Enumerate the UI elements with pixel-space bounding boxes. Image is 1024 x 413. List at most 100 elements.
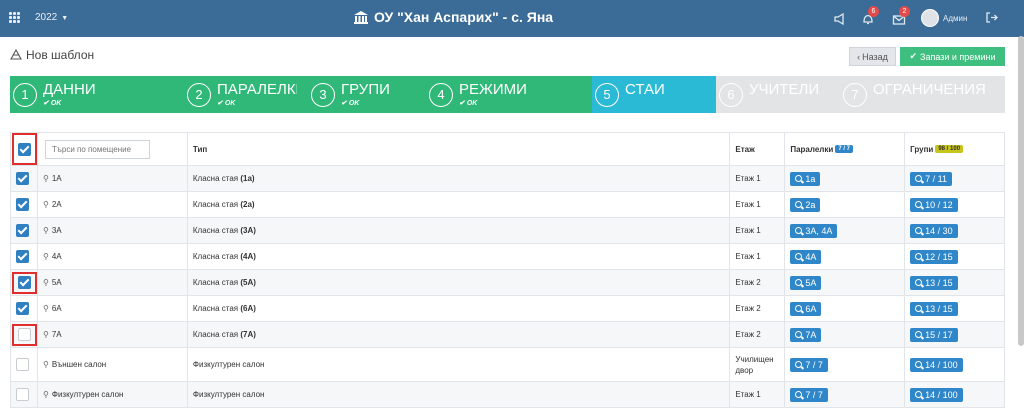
room-floor: Етаж 1 [729,165,786,192]
table-row: ⚲ 7А Класна стая (7А) Етаж 2 7А 15 / 17 [10,321,1005,348]
step-data[interactable]: 1 ДАННИ ✔ OK [10,76,192,113]
select-all-checkbox[interactable] [18,142,31,156]
groups-button[interactable]: 13 / 15 [910,301,958,316]
search-icon [915,361,923,368]
page-title-text: Нов шаблон [26,48,95,62]
classes-button[interactable]: 7 / 7 [790,357,828,372]
back-button-label: Назад [862,51,888,62]
step-groups[interactable]: 3 ГРУПИ ✔ OK [308,76,430,113]
megaphone-icon[interactable] [833,12,847,26]
step-classes[interactable]: 2 ПАРАЛЕЛКИ ✔ OK [184,76,310,113]
row-checkbox[interactable] [16,302,29,315]
step-number: 6 [719,83,743,107]
step-modes[interactable]: 4 РЕЖИМИ ✔ OK [426,76,592,113]
messages-icon[interactable]: 2 [892,6,910,26]
classes-button[interactable]: 5А [790,275,822,290]
notifications-badge: 6 [868,6,879,17]
step-label: ПАРАЛЕЛКИ [217,81,297,98]
step-rooms[interactable]: 5 СТАИ [592,76,716,113]
table-header: Тип Етаж Паралелки7 / 7 Групи98 / 100 [10,132,1005,166]
user-name[interactable]: Админ [943,14,967,23]
room-name: 7А [51,330,62,339]
avatar[interactable] [921,9,939,27]
key-icon: ⚲ [43,360,49,369]
check-icon: ✔ [909,51,918,61]
key-icon: ⚲ [43,278,49,287]
step-status: ✔ OK [217,100,236,107]
row-checkbox[interactable] [16,198,29,211]
search-icon [915,331,923,338]
groups-button[interactable]: 10 / 12 [910,197,958,212]
step-label: ОГРАНИЧЕНИЯ [873,81,986,98]
step-label: ГРУПИ [341,81,390,98]
chevron-down-icon: ▼ [61,15,69,22]
key-icon: ⚲ [43,174,49,183]
groups-button[interactable]: 14 / 100 [910,387,963,402]
groups-button[interactable]: 12 / 15 [910,249,958,264]
search-icon [795,253,803,260]
groups-button[interactable]: 14 / 100 [910,357,963,372]
groups-button[interactable]: 7 / 11 [910,171,952,186]
year-selector[interactable]: 2022 ▼ [35,12,68,23]
search-icon [795,391,803,398]
step-label: СТАИ [625,81,665,98]
search-icon [915,175,923,182]
row-checkbox[interactable] [16,172,29,185]
back-button[interactable]: ‹ Назад [849,47,896,66]
classes-button[interactable]: 6А [790,301,822,316]
groups-button[interactable]: 15 / 17 [910,327,958,342]
table-row: ⚲ 5А Класна стая (5А) Етаж 2 5А 13 / 15 [10,269,1005,296]
key-icon: ⚲ [43,226,49,235]
room-name: 3А [51,226,62,235]
room-floor: Етаж 1 [729,243,786,270]
classes-button[interactable]: 3А, 4А [790,223,838,238]
col-type: Тип [186,132,731,166]
groups-button[interactable]: 13 / 15 [910,275,958,290]
classes-button[interactable]: 2а [790,197,821,212]
search-icon [915,201,923,208]
step-label: РЕЖИМИ [459,81,527,98]
scrollbar[interactable] [1018,36,1024,346]
search-icon [795,201,803,208]
logout-icon[interactable] [985,11,998,27]
room-search-input[interactable] [45,139,150,159]
school-title: ОУ "Хан Аспарих" - с. Яна [354,9,553,25]
row-checkbox[interactable] [16,358,29,371]
key-icon: ⚲ [43,330,49,339]
search-icon [915,305,923,312]
search-icon [795,175,803,182]
classes-button[interactable]: 7А [790,327,822,342]
room-name: Физкултурен салон [51,390,124,399]
col-floor: Етаж [729,132,786,166]
room-floor: Етаж 2 [729,269,786,296]
search-icon [915,253,923,260]
row-highlight [12,323,37,346]
rooms-table: Тип Етаж Паралелки7 / 7 Групи98 / 100 ⚲ 1… [10,132,1005,408]
search-icon [915,227,923,234]
chevron-left-icon: ‹ [857,51,861,62]
step-label: ДАННИ [43,81,96,98]
bell-icon[interactable]: 6 [861,6,879,26]
row-checkbox[interactable] [16,250,29,263]
step-teachers[interactable]: 6 УЧИТЕЛИ [716,76,840,113]
save-and-continue-button[interactable]: ✔ Запази и премини [900,47,1005,66]
key-icon: ⚲ [43,390,49,399]
step-status: ✔ OK [459,100,478,107]
step-restrictions[interactable]: 7 ОГРАНИЧЕНИЯ [840,76,1005,113]
row-checkbox[interactable] [18,328,31,341]
step-status: ✔ OK [341,100,360,107]
row-checkbox[interactable] [16,224,29,237]
apps-grid-icon[interactable] [9,12,20,23]
step-number: 2 [187,83,211,107]
col-classes: Паралелки 7 / 7 [784,132,906,166]
template-icon [10,49,22,60]
groups-button[interactable]: 14 / 30 [910,223,958,238]
step-number: 4 [429,83,453,107]
classes-button[interactable]: 4А [790,249,822,264]
row-checkbox[interactable] [16,388,29,401]
classes-button[interactable]: 7 / 7 [790,387,828,402]
search-icon [915,391,923,398]
classes-button[interactable]: 1а [790,171,821,186]
row-checkbox[interactable] [18,276,31,289]
room-name: Външен салон [51,360,107,369]
